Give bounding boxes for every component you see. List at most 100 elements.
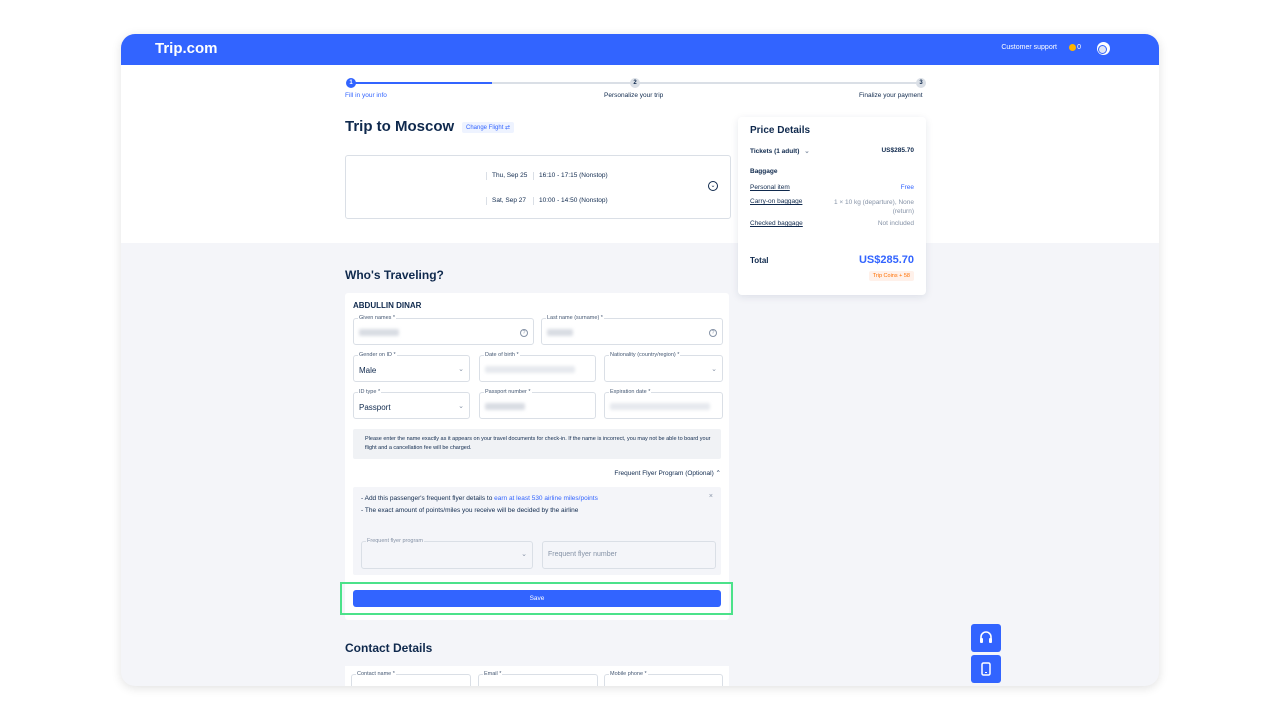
input-placeholder: Frequent flyer number [548, 551, 617, 558]
field-label: Mobile phone * [609, 671, 648, 677]
outbound-time: 16:10 - 17:15 (Nonstop) [539, 172, 608, 179]
gender-value: Male [359, 366, 377, 375]
close-icon[interactable]: × [709, 493, 713, 500]
ffp-earn-link[interactable]: earn at least 530 airline miles/points [494, 495, 598, 502]
price-details-title: Price Details [750, 125, 811, 136]
ffp-info-text: - Add this passenger's frequent flyer de… [361, 495, 495, 502]
tickets-row[interactable]: Tickets (1 adult) ⌄ US$285.70 [750, 147, 914, 155]
expiration-date-field[interactable]: Expiration date * [604, 389, 723, 419]
field-label: ID type * [358, 389, 382, 395]
trip-coin-icon [1069, 44, 1076, 51]
whos-traveling-heading: Who's Traveling? [345, 268, 444, 282]
field-label: Gender on ID * [358, 352, 397, 358]
top-navbar: Trip.com Customer support 0 [121, 34, 1159, 65]
personal-item-value: Free [900, 184, 914, 191]
chevron-down-icon: ⌄ [711, 366, 717, 373]
return-date: Sat, Sep 27 [492, 197, 526, 204]
ffp-toggle-label: Frequent Flyer Program (Optional) [614, 470, 714, 477]
nationality-select[interactable]: Nationality (country/region) * ⌄ [604, 352, 723, 382]
blurred-value [610, 403, 710, 410]
ffp-number-input[interactable]: Frequent flyer number [542, 541, 716, 569]
help-icon[interactable]: ? [520, 329, 528, 337]
progress-fill [351, 82, 492, 84]
change-flight-button[interactable]: Change Flight ⇄ [462, 122, 515, 133]
price-details-card: Price Details Tickets (1 adult) ⌄ US$285… [738, 117, 926, 295]
tickets-value: US$285.70 [881, 147, 914, 154]
ffp-info-line-1: - Add this passenger's frequent flyer de… [361, 495, 598, 502]
chevron-down-icon: ⌄ [458, 366, 464, 373]
mobile-phone-field[interactable]: Mobile phone * [604, 671, 723, 686]
outbound-date: Thu, Sep 25 [492, 172, 528, 179]
customer-support-link[interactable]: Customer support [1001, 44, 1057, 51]
email-field[interactable]: Email * [478, 671, 598, 686]
return-time: 10:00 - 14:50 (Nonstop) [539, 197, 608, 204]
step-1-dot: 1 [346, 78, 356, 88]
chevron-down-icon: ⌄ [521, 551, 527, 558]
headset-icon [980, 631, 992, 643]
contact-details-heading: Contact Details [345, 641, 433, 655]
avatar-overlay [1098, 45, 1107, 54]
name-notice: Please enter the name exactly as it appe… [353, 429, 721, 459]
carry-on-label[interactable]: Carry-on baggage [750, 198, 802, 205]
chevron-down-icon: ⌄ [458, 403, 464, 410]
field-label: Contact name * [356, 671, 396, 677]
given-names-field[interactable]: Given names * ? [353, 315, 534, 345]
blurred-value [547, 329, 573, 336]
blurred-value [485, 366, 575, 373]
divider [486, 172, 487, 180]
ffp-toggle[interactable]: Frequent Flyer Program (Optional) ⌃ [614, 469, 721, 477]
tickets-label: Tickets (1 adult) [750, 148, 800, 155]
browser-frame: Trip.com Customer support 0 1 2 3 Fill i… [121, 34, 1159, 686]
expand-chevron-icon[interactable]: ⌄ [708, 181, 718, 191]
gender-select[interactable]: Gender on ID * Male ⌄ [353, 352, 470, 382]
passport-number-field[interactable]: Passport number * [479, 389, 596, 419]
id-type-value: Passport [359, 403, 391, 412]
save-highlight-box [340, 582, 733, 615]
step-3-label: Finalize your payment [859, 92, 923, 99]
checked-baggage-row: Checked baggage Not included [750, 220, 914, 227]
ffp-panel: - Add this passenger's frequent flyer de… [353, 487, 721, 575]
chevron-up-icon: ⌃ [715, 470, 721, 477]
ffp-info-line-2: - The exact amount of points/miles you r… [361, 507, 579, 514]
traveler-name: ABDULLIN DINAR [353, 301, 422, 310]
traveler-form-card: ABDULLIN DINAR Given names * ? Last name… [345, 293, 729, 620]
step-2-dot: 2 [630, 78, 640, 88]
blurred-value [359, 329, 399, 336]
baggage-heading: Baggage [750, 168, 778, 175]
personal-item-label[interactable]: Personal item [750, 184, 790, 191]
app-download-button[interactable] [971, 655, 1001, 683]
total-value: US$285.70 [858, 254, 914, 266]
phone-icon [981, 662, 991, 676]
checked-baggage-value: Not included [877, 220, 914, 227]
flight-summary[interactable]: Thu, Sep 25 16:10 - 17:15 (Nonstop) Sat,… [345, 155, 731, 219]
help-icon[interactable]: ? [709, 329, 717, 337]
last-name-field[interactable]: Last name (surname) * ? [541, 315, 723, 345]
trip-logo[interactable]: Trip.com [155, 40, 218, 57]
total-label: Total [750, 256, 769, 265]
divider [486, 197, 487, 205]
contact-name-field[interactable]: Contact name * [351, 671, 471, 686]
carry-on-value: 1 × 10 kg (departure), None (return) [833, 199, 914, 215]
id-type-select[interactable]: ID type * Passport ⌄ [353, 389, 470, 419]
field-label: Passport number * [484, 389, 532, 395]
field-label: Expiration date * [609, 389, 652, 395]
divider [533, 172, 534, 180]
ffp-program-select[interactable]: Frequent flyer program ⌄ [361, 538, 533, 569]
field-label: Frequent flyer program [366, 538, 424, 544]
page-title: Trip to Moscow [345, 118, 455, 135]
contact-form-card: Contact name * Email * Mobile phone * [345, 666, 729, 686]
divider [533, 197, 534, 205]
field-label: Date of birth * [484, 352, 520, 358]
customer-service-button[interactable] [971, 624, 1001, 652]
field-label: Last name (surname) * [546, 315, 604, 321]
step-2-label: Personalize your trip [604, 92, 664, 99]
date-of-birth-field[interactable]: Date of birth * [479, 352, 596, 382]
carry-on-row: Carry-on baggage 1 × 10 kg (departure), … [750, 198, 914, 215]
field-label: Email * [483, 671, 503, 677]
personal-item-row: Personal item Free [750, 184, 914, 191]
step-1-label: Fill in your info [345, 92, 387, 99]
field-label: Given names * [358, 315, 397, 321]
blurred-value [485, 403, 525, 410]
chevron-down-icon: ⌄ [804, 148, 810, 155]
checked-baggage-label[interactable]: Checked baggage [750, 220, 803, 227]
